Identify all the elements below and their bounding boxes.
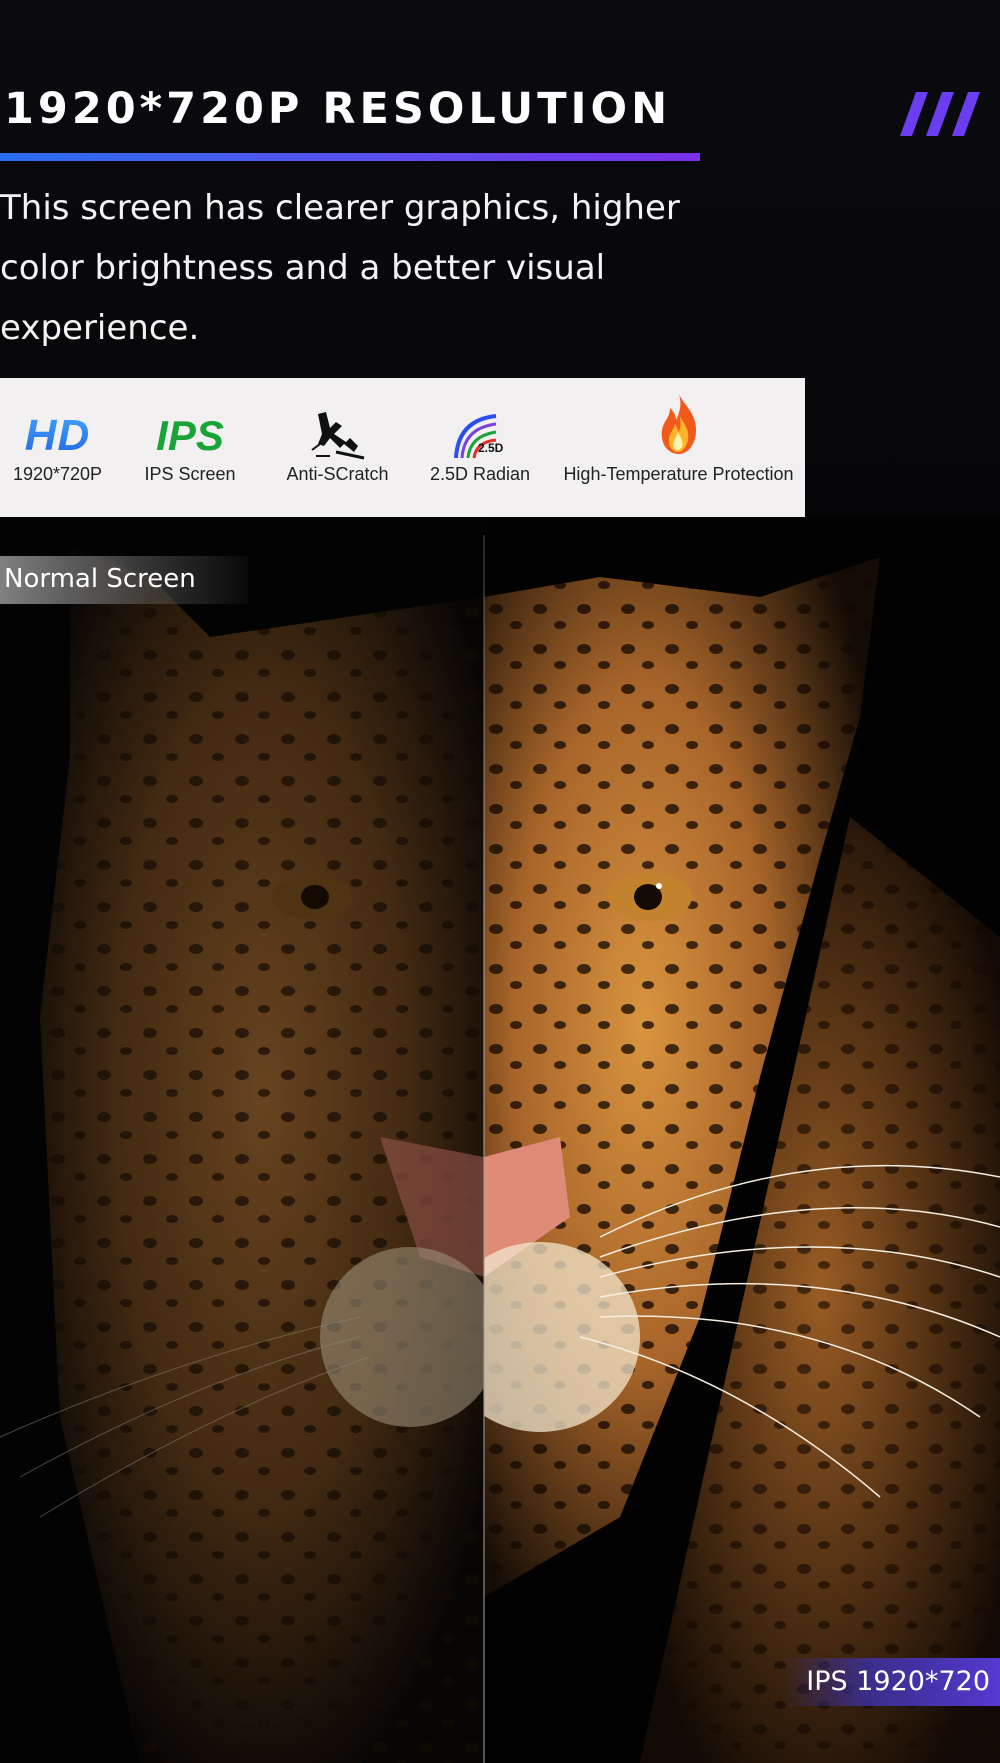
feature-radian: 2.5D 2.5D Radian (415, 378, 545, 517)
comparison-divider (483, 535, 485, 1763)
title-underline (0, 153, 700, 161)
radian-icon-text: 2.5D (478, 441, 504, 455)
feature-anti-scratch: Anti-SCratch (270, 378, 405, 517)
ips-icon: IPS (156, 412, 224, 459)
feature-label: High-Temperature Protection (563, 464, 794, 484)
ips-screen-half (484, 517, 1000, 1763)
normal-screen-label: Normal Screen (0, 556, 248, 604)
feature-ips: IPS IPS Screen (125, 378, 255, 517)
ips-screen-label-text: IPS 1920*720 (806, 1666, 990, 1697)
feature-label: 2.5D Radian (429, 464, 531, 484)
feature-label: IPS Screen (144, 464, 236, 484)
feature-label: 1920*720P (12, 464, 103, 484)
feature-high-temp: High-Temperature Protection (556, 378, 801, 517)
feature-bar: HD 1920*720P IPS IPS Screen Anti-SCratch… (0, 378, 805, 517)
flame-icon (661, 394, 696, 454)
leopard-comparison-image (0, 517, 1000, 1763)
normal-screen-label-text: Normal Screen (4, 564, 196, 594)
radian-icon: 2.5D (454, 414, 504, 459)
ips-screen-label: IPS 1920*720 (782, 1658, 1000, 1706)
feature-label: Anti-SCratch (286, 464, 389, 484)
description-text: This screen has clearer graphics, higher… (0, 188, 680, 348)
slash-decoration-icon (899, 92, 981, 136)
normal-screen-half (0, 517, 484, 1763)
feature-hd: HD 1920*720P (0, 378, 115, 517)
product-page: 1920*720P RESOLUTION This screen has cle… (0, 0, 1000, 1763)
leopard-illustration (0, 517, 1000, 1763)
hd-icon: HD (25, 408, 91, 464)
page-title: 1920*720P RESOLUTION (4, 84, 672, 134)
anti-scratch-icon (310, 412, 364, 460)
